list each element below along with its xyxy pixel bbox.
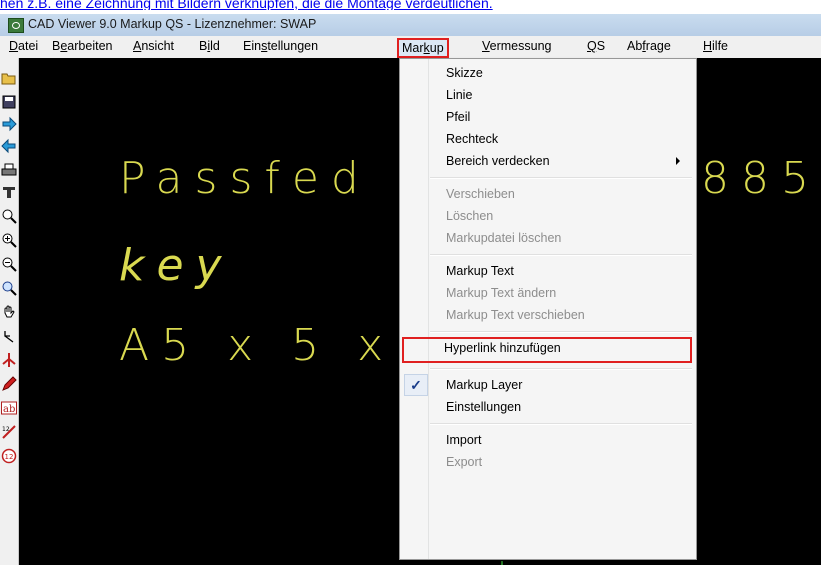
zoom-in-icon[interactable]	[1, 230, 17, 250]
menu-datei[interactable]: Datei	[6, 39, 41, 53]
pan-hand-icon[interactable]	[1, 302, 17, 322]
menu-item-label: Pfeil	[446, 110, 471, 124]
menu-item-einstellungen[interactable]: Einstellungen	[402, 396, 692, 418]
menu-item-loeschen: Löschen	[402, 205, 692, 227]
menu-item-label: Hyperlink hinzufügen	[444, 341, 561, 355]
menu-label: Vermessung	[482, 39, 552, 53]
menu-separator	[430, 368, 692, 370]
submenu-arrow-icon	[676, 157, 680, 165]
menu-abfrage[interactable]: Abfrage	[624, 39, 674, 53]
menu-item-label: Markup Text verschieben	[446, 308, 585, 322]
menu-bar: Datei Bearbeiten Ansicht Bild Einstellun…	[0, 36, 821, 59]
menu-item-label: Import	[446, 433, 482, 447]
vertical-toolbar: ab 12 12	[0, 58, 19, 565]
arrow-right-icon[interactable]	[1, 114, 17, 134]
title-bar: CAD Viewer 9.0 Markup QS - Lizenznehmer:…	[0, 14, 821, 36]
menu-item-markupdatei-loeschen: Markupdatei löschen	[402, 227, 692, 249]
menu-bild[interactable]: Bild	[196, 39, 223, 53]
menu-item-label: Skizze	[446, 66, 483, 80]
menu-item-linie[interactable]: Linie	[402, 84, 692, 106]
menu-item-label: Einstellungen	[446, 400, 522, 414]
menu-item-label: Verschieben	[446, 187, 515, 201]
top-hyperlink-text[interactable]: hen z.B. eine Zeichnung mit Bildern verk…	[0, 0, 821, 10]
menu-item-label: Markup Layer	[446, 378, 523, 392]
menu-item-bereich-verdecken[interactable]: Bereich verdecken	[402, 150, 692, 172]
menu-item-import[interactable]: Import	[402, 429, 692, 451]
dimension-icon[interactable]: 12	[1, 422, 17, 442]
cad-viewer-app-icon	[8, 18, 24, 33]
checkmark-icon: ✓	[404, 374, 428, 396]
menu-item-hyperlink-hinzufuegen[interactable]: Hyperlink hinzufügen	[402, 337, 692, 363]
menu-separator	[430, 254, 692, 256]
menu-label: Hilfe	[703, 39, 729, 53]
menu-item-label: Markup Text	[446, 264, 514, 278]
menu-separator	[430, 331, 692, 333]
arrow-left-icon[interactable]	[1, 136, 17, 156]
menu-item-label: Löschen	[446, 209, 494, 223]
pencil-icon[interactable]	[1, 374, 17, 394]
zoom-out-icon[interactable]	[1, 254, 17, 274]
menu-item-label: Markup Text ändern	[446, 286, 557, 300]
svg-text:ab: ab	[3, 404, 15, 415]
menu-separator	[430, 423, 692, 425]
zoom-icon[interactable]	[1, 206, 17, 226]
menu-label: Bearbeiten	[52, 39, 113, 53]
menu-label: Abfrage	[627, 39, 671, 53]
menu-item-markup-text-verschieben: Markup Text verschieben	[402, 304, 692, 326]
menu-einstellungen[interactable]: Einstellungen	[240, 39, 321, 53]
menu-ansicht[interactable]: Ansicht	[130, 39, 177, 53]
open-folder-icon[interactable]	[1, 68, 17, 88]
menu-markup[interactable]: Markup	[397, 38, 449, 58]
menu-item-label: Bereich verdecken	[446, 154, 550, 168]
menu-label: Ansicht	[133, 39, 174, 53]
menu-item-markup-text[interactable]: Markup Text	[402, 260, 692, 282]
menu-label: Markup	[402, 41, 444, 55]
menu-label: Bild	[199, 39, 220, 53]
menu-label: QS	[587, 39, 606, 53]
menu-item-label: Markupdatei löschen	[446, 231, 562, 245]
printer-icon[interactable]	[1, 160, 17, 180]
menu-item-label: Rechteck	[446, 132, 499, 146]
menu-label: Einstellungen	[243, 39, 319, 53]
drawing-text-885: 885	[701, 153, 821, 204]
svg-text:12: 12	[5, 453, 14, 461]
markup-dropdown-menu: Skizze Linie Pfeil Rechteck Bereich verd…	[399, 58, 697, 560]
menu-item-label: Export	[446, 455, 483, 469]
menu-item-markup-layer[interactable]: ✓ Markup Layer	[402, 374, 692, 396]
save-disk-icon[interactable]	[1, 92, 17, 112]
undo-arrow-icon[interactable]	[1, 326, 17, 346]
svg-text:12: 12	[2, 426, 10, 433]
drawing-text-dimensions: A5 x 5 x	[119, 320, 396, 371]
menu-qs[interactable]: QS	[584, 39, 608, 53]
number-12-icon[interactable]: 12	[1, 446, 17, 466]
menu-bearbeiten[interactable]: Bearbeiten	[49, 39, 115, 53]
measure-icon[interactable]	[1, 182, 17, 202]
menu-separator	[430, 177, 692, 179]
menu-item-export: Export	[402, 451, 692, 473]
drawing-line-fragment	[501, 561, 503, 565]
menu-item-pfeil[interactable]: Pfeil	[402, 106, 692, 128]
text-ab-icon[interactable]: ab	[1, 398, 17, 418]
drawing-text-passfed: Passfed	[119, 153, 371, 204]
window-title: CAD Viewer 9.0 Markup QS - Lizenznehmer:…	[28, 17, 317, 31]
menu-item-skizze[interactable]: Skizze	[402, 62, 692, 84]
drawing-text-key: key	[119, 240, 234, 291]
menu-item-markup-text-aendern: Markup Text ändern	[402, 282, 692, 304]
menu-item-label: Linie	[446, 88, 473, 102]
menu-item-verschieben: Verschieben	[402, 183, 692, 205]
menu-item-rechteck[interactable]: Rechteck	[402, 128, 692, 150]
zoom-fit-icon[interactable]	[1, 278, 17, 298]
move-axes-icon[interactable]	[1, 350, 17, 370]
menu-hilfe[interactable]: Hilfe	[700, 39, 731, 53]
menu-vermessung[interactable]: Vermessung	[479, 39, 555, 53]
menu-label: Datei	[9, 39, 39, 53]
